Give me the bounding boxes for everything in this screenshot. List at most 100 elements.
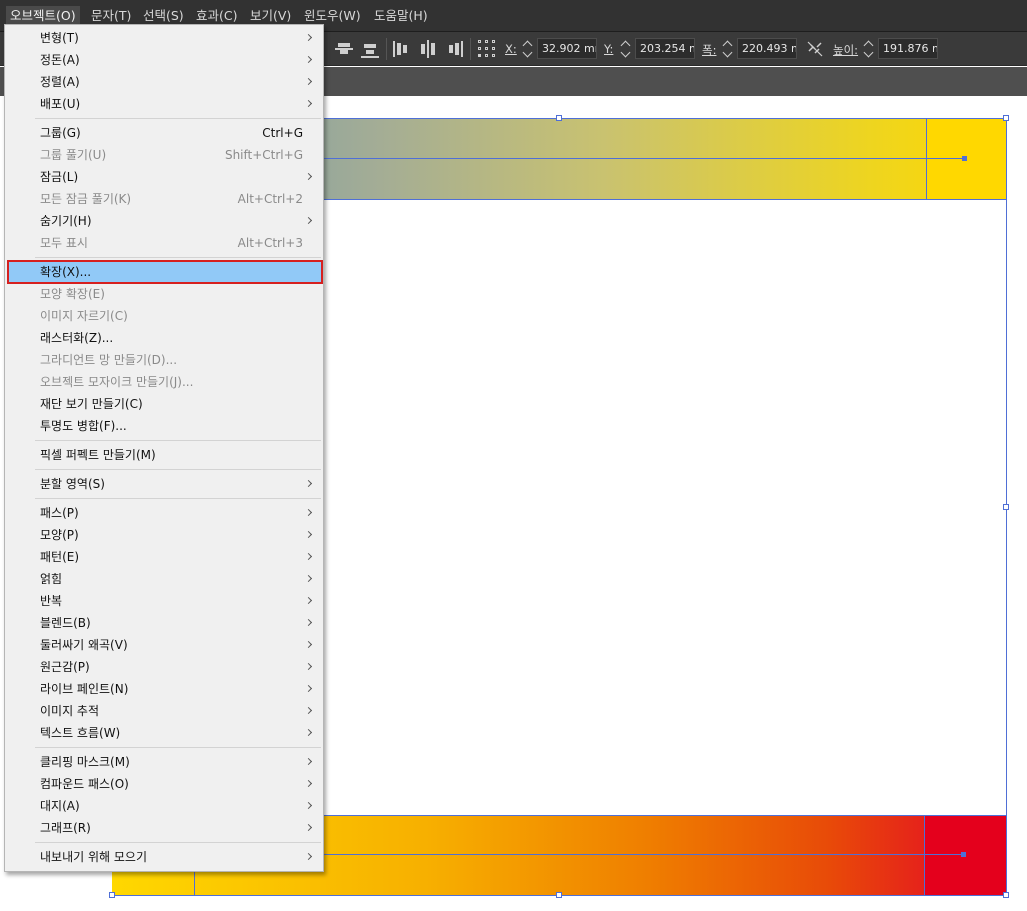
- submenu-arrow-icon: [304, 479, 313, 488]
- y-stepper[interactable]: [619, 39, 633, 59]
- width-stepper[interactable]: [721, 39, 735, 59]
- menu-item[interactable]: 클리핑 마스크(M): [5, 751, 323, 773]
- menu-item[interactable]: 숨기기(H): [5, 210, 323, 232]
- constrain-proportions-icon[interactable]: [806, 40, 824, 58]
- menu-item[interactable]: 투명도 병합(F)...: [5, 415, 323, 437]
- submenu-arrow-icon: [304, 852, 313, 861]
- x-stepper[interactable]: [521, 39, 535, 59]
- menu-item[interactable]: 재단 보기 만들기(C): [5, 393, 323, 415]
- menu-item[interactable]: 픽셀 퍼펙트 만들기(M): [5, 444, 323, 466]
- menu-effect[interactable]: 효과(C): [192, 6, 241, 26]
- menu-item[interactable]: 이미지 추적: [5, 700, 323, 722]
- top-square-outline: [926, 118, 927, 200]
- menu-item-label: 반복: [40, 594, 63, 608]
- menu-item[interactable]: 잠금(L): [5, 166, 323, 188]
- anchor-point[interactable]: [961, 852, 966, 857]
- menu-object[interactable]: 오브젝트(O): [6, 6, 80, 26]
- submenu-arrow-icon: [304, 55, 313, 64]
- bounding-box-handle[interactable]: [109, 892, 115, 898]
- menu-item-label: 그룹 풀기(U): [40, 148, 107, 162]
- width-field[interactable]: 220.493 m: [737, 38, 797, 59]
- menu-item-label: 변형(T): [40, 31, 79, 45]
- menu-item-label: 모두 표시: [40, 236, 88, 250]
- menu-item[interactable]: 반복: [5, 590, 323, 612]
- menu-item-label: 이미지 추적: [40, 704, 100, 718]
- menu-item[interactable]: 패스(P): [5, 502, 323, 524]
- menu-item-label: 투명도 병합(F)...: [40, 419, 127, 433]
- menu-item[interactable]: 얽힘: [5, 568, 323, 590]
- height-stepper[interactable]: [862, 39, 876, 59]
- menu-item-shortcut: Alt+Ctrl+2: [237, 192, 303, 206]
- menu-separator: [35, 469, 321, 470]
- menu-item-label: 모양(P): [40, 528, 79, 542]
- align-vertical-center-icon[interactable]: [335, 40, 353, 58]
- menu-item-label: 잠금(L): [40, 170, 79, 184]
- bounding-box-handle[interactable]: [556, 892, 562, 898]
- menu-item[interactable]: 블렌드(B): [5, 612, 323, 634]
- submenu-arrow-icon: [304, 779, 313, 788]
- menu-item[interactable]: 배포(U): [5, 93, 323, 115]
- divider: [386, 38, 387, 60]
- menu-item[interactable]: 라이브 페인트(N): [5, 678, 323, 700]
- bottom-square-outline: [924, 815, 925, 896]
- bounding-box-handle[interactable]: [1003, 504, 1009, 510]
- menu-item[interactable]: 그래프(R): [5, 817, 323, 839]
- menu-item[interactable]: 정렬(A): [5, 71, 323, 93]
- menu-item[interactable]: 그라디언트 망 만들기(D)...: [5, 349, 323, 371]
- menu-item[interactable]: 오브젝트 모자이크 만들기(J)...: [5, 371, 323, 393]
- menu-item-label: 분할 영역(S): [40, 477, 105, 491]
- menu-item[interactable]: 확장(X)...: [7, 260, 323, 284]
- menu-item-label: 패스(P): [40, 506, 79, 520]
- menu-item[interactable]: 컴파운드 패스(O): [5, 773, 323, 795]
- divider: [470, 38, 471, 60]
- menu-separator: [35, 118, 321, 119]
- align-bottom-icon[interactable]: [361, 40, 379, 58]
- distribute-left-icon[interactable]: [393, 40, 411, 58]
- menu-item[interactable]: 분할 영역(S): [5, 473, 323, 495]
- menu-item[interactable]: 래스터화(Z)...: [5, 327, 323, 349]
- bounding-box-handle[interactable]: [1003, 892, 1009, 898]
- height-field[interactable]: 191.876 m: [878, 38, 938, 59]
- menu-separator: [35, 747, 321, 748]
- menu-item[interactable]: 내보내기 위해 모으기: [5, 846, 323, 868]
- menu-item[interactable]: 대지(A): [5, 795, 323, 817]
- distribute-horizontal-center-icon[interactable]: [419, 40, 437, 58]
- menu-item[interactable]: 패턴(E): [5, 546, 323, 568]
- bounding-box-handle[interactable]: [1003, 115, 1009, 121]
- reference-point-icon[interactable]: [478, 40, 496, 58]
- menu-item[interactable]: 정돈(A): [5, 49, 323, 71]
- menu-item[interactable]: 텍스트 흐름(W): [5, 722, 323, 744]
- menu-item[interactable]: 변형(T): [5, 27, 323, 49]
- menu-item-label: 모든 잠금 풀기(K): [40, 192, 132, 206]
- distribute-right-icon[interactable]: [445, 40, 463, 58]
- menu-help[interactable]: 도움말(H): [370, 6, 432, 26]
- submenu-arrow-icon: [304, 684, 313, 693]
- submenu-arrow-icon: [304, 706, 313, 715]
- menu-item[interactable]: 모두 표시 Alt+Ctrl+3: [5, 232, 323, 254]
- menu-item[interactable]: 그룹(G) Ctrl+G: [5, 122, 323, 144]
- menu-separator: [35, 842, 321, 843]
- menu-item[interactable]: 모양(P): [5, 524, 323, 546]
- menu-item-label: 정돈(A): [40, 53, 80, 67]
- y-field[interactable]: 203.254 m: [635, 38, 695, 59]
- menu-item[interactable]: 모양 확장(E): [5, 283, 323, 305]
- anchor-point[interactable]: [962, 156, 967, 161]
- menu-item-label: 내보내기 위해 모으기: [40, 850, 147, 864]
- menu-item[interactable]: 원근감(P): [5, 656, 323, 678]
- menu-item-shortcut: Ctrl+G: [262, 126, 303, 140]
- menu-item-label: 블렌드(B): [40, 616, 91, 630]
- menu-item[interactable]: 이미지 자르기(C): [5, 305, 323, 327]
- x-field[interactable]: 32.902 mm: [537, 38, 597, 59]
- menu-item[interactable]: 모든 잠금 풀기(K) Alt+Ctrl+2: [5, 188, 323, 210]
- object-menu-dropdown: 변형(T) 정돈(A) 정렬(A) 배포(U) 그룹(G) Ctrl+G 그룹 풀기(U) S…: [4, 24, 324, 872]
- menu-window[interactable]: 윈도우(W): [300, 6, 365, 26]
- submenu-arrow-icon: [304, 801, 313, 810]
- menu-view[interactable]: 보기(V): [246, 6, 295, 26]
- menu-separator: [35, 257, 321, 258]
- height-label: 높이:: [833, 43, 859, 57]
- menu-select[interactable]: 선택(S): [139, 6, 188, 26]
- bounding-box-handle[interactable]: [556, 115, 562, 121]
- menu-item[interactable]: 둘러싸기 왜곡(V): [5, 634, 323, 656]
- menu-type[interactable]: 문자(T): [87, 6, 135, 26]
- menu-item[interactable]: 그룹 풀기(U) Shift+Ctrl+G: [5, 144, 323, 166]
